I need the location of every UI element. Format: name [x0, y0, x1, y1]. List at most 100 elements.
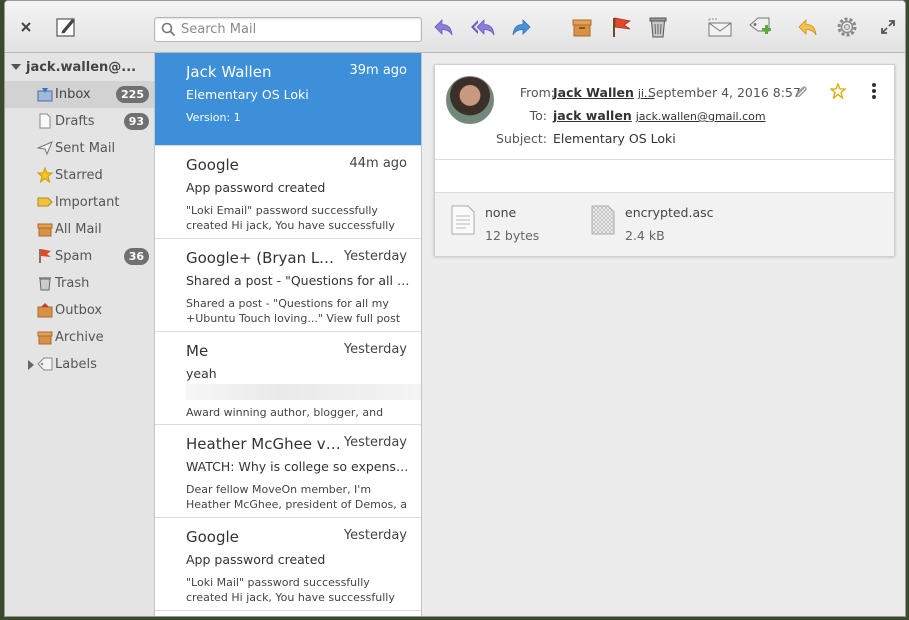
sidebar-item-drafts[interactable]: Drafts 93	[5, 108, 154, 135]
sidebar-item-sent-mail[interactable]: Sent Mail	[5, 135, 154, 162]
maximize-icon	[881, 20, 895, 34]
mark-message-button[interactable]	[707, 14, 733, 40]
message-sender: Google	[186, 528, 239, 546]
reply-button[interactable]	[431, 14, 457, 40]
message-preview: Award winning author, blogger, and pod..…	[186, 406, 384, 419]
sidebar-item-labels[interactable]: Labels	[5, 351, 154, 378]
archive-button[interactable]	[569, 14, 595, 40]
account-row[interactable]: jack.wallen@...	[5, 53, 154, 81]
message-time: Yesterday	[343, 342, 407, 357]
message-list-item[interactable]: Google Yesterday App password created "L…	[155, 518, 421, 611]
sidebar-item-label: Archive	[55, 330, 104, 345]
message-preview: "Loki Email" password successfully creat…	[186, 204, 395, 232]
compose-icon	[56, 18, 75, 37]
sidebar-item-starred[interactable]: Starred	[5, 162, 154, 189]
gear-icon	[837, 17, 857, 37]
sidebar-item-all-mail[interactable]: All Mail	[5, 216, 154, 243]
from-name[interactable]: Jack Wallen	[553, 85, 634, 100]
message-list-item[interactable]: Jack Wallen 39m ago Elementary OS Loki V…	[155, 53, 421, 146]
delete-button[interactable]	[645, 14, 671, 40]
sidebar-item-outbox[interactable]: Outbox	[5, 297, 154, 324]
message-list-item[interactable]: Google 44m ago App password created "Lok…	[155, 146, 421, 239]
to-address[interactable]: jack.wallen@gmail.com	[636, 110, 766, 123]
sidebar-item-label: All Mail	[55, 222, 102, 237]
unread-count-badge: 36	[123, 248, 149, 265]
reading-pane: From: Jack Wallen ji... September 4, 201…	[422, 53, 905, 616]
more-options-icon[interactable]	[870, 82, 878, 100]
message-list-item[interactable]: Me Yesterday yeah Award winning author, …	[155, 332, 421, 425]
sidebar-item-label: Spam	[55, 249, 93, 264]
sidebar-item-label: Drafts	[55, 114, 95, 129]
reply-icon	[434, 19, 453, 36]
message-preview: Shared a post - "Questions for all my +U…	[186, 297, 401, 325]
trash-icon	[39, 277, 51, 291]
compose-button[interactable]	[53, 14, 79, 40]
attachment-size: 2.4 kB	[625, 228, 665, 243]
archive-icon	[37, 331, 53, 345]
mark-spam-button[interactable]	[608, 14, 634, 40]
reply-all-icon	[471, 19, 495, 36]
attachment-name: none	[485, 205, 517, 220]
message-sender: Google	[186, 156, 239, 174]
drafts-icon	[39, 113, 51, 129]
sidebar-item-archive[interactable]: Archive	[5, 324, 154, 351]
message-list-item[interactable]: Heather McGhee via... Yesterday WATCH: W…	[155, 425, 421, 518]
search-icon	[161, 22, 176, 37]
attachment-name: encrypted.asc	[625, 205, 714, 220]
add-label-button[interactable]	[747, 14, 773, 40]
search-box[interactable]	[154, 17, 422, 42]
message-date: September 4, 2016 8:57	[648, 85, 801, 100]
undo-button[interactable]	[795, 14, 821, 40]
message-card: From: Jack Wallen ji... September 4, 201…	[434, 64, 895, 256]
star-icon[interactable]	[830, 83, 846, 99]
attachment-size: 12 bytes	[485, 228, 540, 243]
message-preview: "Loki Mail" password successfully create…	[186, 576, 395, 604]
sidebar-item-inbox[interactable]: Inbox 225	[5, 81, 154, 108]
tag-add-icon	[749, 17, 771, 34]
to-name[interactable]: jack wallen	[553, 108, 632, 123]
trash-can-icon	[649, 17, 667, 38]
from-label: From:	[519, 85, 555, 100]
archive-box-icon	[572, 19, 592, 37]
sidebar-item-important[interactable]: Important	[5, 189, 154, 216]
search-input[interactable]	[181, 20, 417, 39]
sidebar-item-label: Sent Mail	[55, 141, 116, 156]
account-name: jack.wallen@...	[26, 59, 137, 75]
sidebar-item-label: Important	[55, 195, 120, 210]
sent-icon	[37, 141, 53, 156]
subject-label: Subject:	[496, 131, 547, 146]
sidebar-item-trash[interactable]: Trash	[5, 270, 154, 297]
message-time: 39m ago	[349, 63, 407, 78]
settings-button[interactable]	[834, 14, 860, 40]
expand-arrow-icon[interactable]	[11, 64, 21, 70]
message-subject: yeah	[186, 366, 217, 381]
unread-count-badge: 225	[116, 86, 149, 103]
expand-arrow-icon[interactable]	[28, 360, 34, 370]
forward-button[interactable]	[508, 14, 534, 40]
sidebar-item-label: Trash	[55, 276, 90, 291]
message-sender: Jack Wallen	[186, 63, 272, 81]
fullscreen-button[interactable]	[875, 14, 901, 40]
close-icon	[21, 22, 31, 32]
to-field[interactable]: jack wallen jack.wallen@gmail.com	[553, 108, 766, 123]
flag-icon	[613, 17, 632, 37]
sidebar-item-spam[interactable]: Spam 36	[5, 243, 154, 270]
message-list-item[interactable]: Google+ (Bryan Lun... Yesterday Shared a…	[155, 239, 421, 332]
label-icon	[37, 357, 53, 371]
close-button[interactable]	[13, 14, 39, 40]
attachment-item[interactable]: encrypted.asc 2.4 kB	[591, 205, 714, 243]
from-field[interactable]: Jack Wallen ji...	[553, 85, 654, 100]
undo-icon	[798, 19, 817, 36]
blurred-preview-line	[186, 384, 421, 400]
reply-all-button[interactable]	[470, 14, 496, 40]
header-divider	[435, 159, 894, 160]
message-subject: Elementary OS Loki	[186, 87, 309, 102]
message-list: Jack Wallen 39m ago Elementary OS Loki V…	[155, 53, 422, 616]
attachment-icon[interactable]	[793, 84, 809, 100]
toolbar	[5, 1, 905, 53]
message-sender: Heather McGhee via...	[186, 435, 341, 453]
outbox-icon	[37, 303, 53, 318]
inbox-icon	[37, 88, 53, 102]
attachment-item[interactable]: none 12 bytes	[451, 205, 539, 243]
message-subject: App password created	[186, 180, 326, 195]
